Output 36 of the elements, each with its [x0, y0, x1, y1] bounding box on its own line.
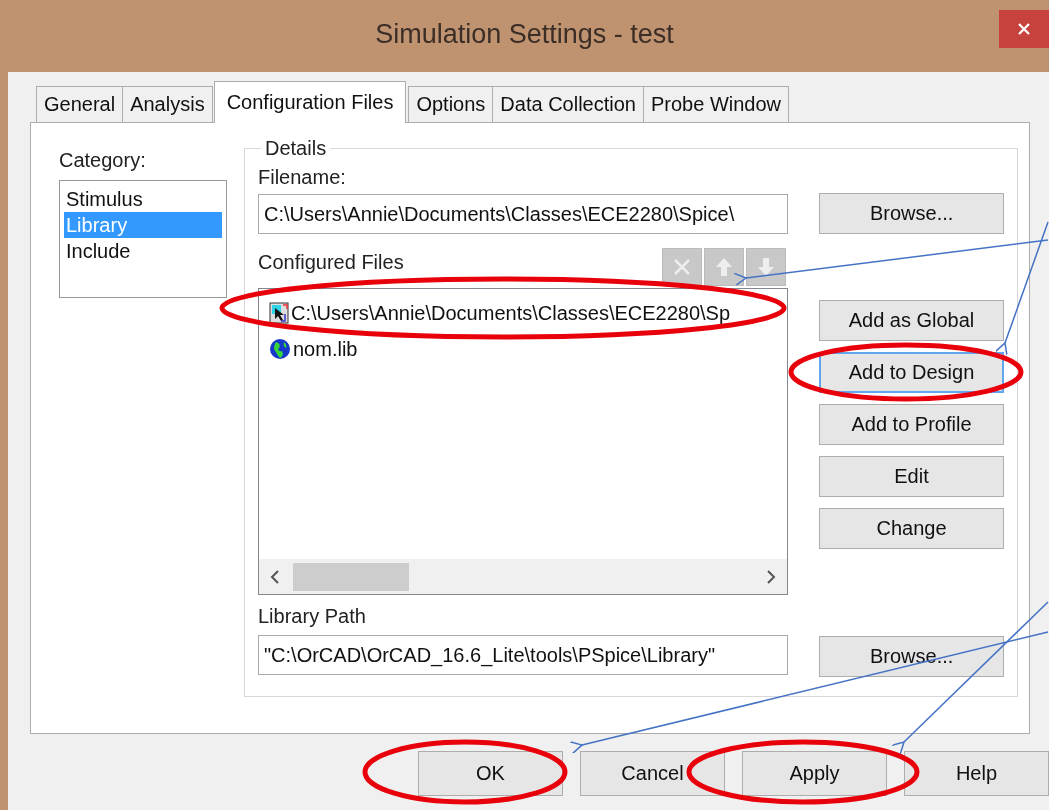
configured-files-label: Configured Files [258, 251, 404, 274]
tab[interactable]: General [36, 86, 124, 122]
file-list-item[interactable]: C:\Users\Annie\Documents\Classes\ECE2280\Sp [269, 295, 777, 331]
window-title: Simulation Settings - test [375, 18, 674, 50]
library-path-label: Library Path [258, 605, 367, 628]
browse-button[interactable]: Browse... [819, 636, 1004, 677]
dialog-button[interactable]: Cancel [580, 751, 725, 796]
dialog-button[interactable]: OK [418, 751, 563, 796]
library-file-icon [269, 302, 289, 324]
action-button[interactable]: Change [819, 508, 1004, 549]
tab[interactable]: Probe Window [642, 86, 789, 122]
library-path-field[interactable]: "C:\OrCAD\OrCAD_16.6_Lite\tools\PSpice\Library" [258, 634, 789, 675]
group-title: Details [265, 137, 327, 159]
dialog-button[interactable]: Help [904, 751, 1049, 796]
globe-icon [269, 338, 291, 360]
close-button[interactable] [999, 10, 1049, 48]
tab[interactable]: Analysis [122, 86, 213, 122]
tab[interactable]: Configuration Files [213, 81, 407, 123]
action-button[interactable]: Edit [819, 456, 1004, 497]
action-button[interactable]: Add to Design [819, 352, 1004, 393]
scroll-left-icon[interactable] [269, 569, 281, 584]
tab[interactable]: Options [408, 86, 494, 122]
browse-button[interactable]: Browse... [819, 193, 1004, 234]
category-label: Category: [59, 149, 147, 172]
action-button[interactable]: Add as Global [819, 300, 1004, 341]
list-item[interactable]: Stimulus [64, 186, 222, 212]
filename-label: Filename: [258, 166, 347, 189]
close-icon [1016, 21, 1032, 37]
horizontal-scrollbar[interactable] [259, 559, 787, 594]
list-item[interactable]: Include [64, 238, 222, 264]
filename-field[interactable]: C:\Users\Annie\Documents\Classes\ECE2280\Spice\ [258, 193, 789, 234]
file-list-item[interactable]: nom.lib [269, 331, 777, 367]
dialog-button[interactable]: Apply [742, 751, 887, 796]
scrollbar-thumb[interactable] [293, 562, 409, 591]
action-button[interactable]: Add to Profile [819, 404, 1004, 445]
scroll-right-icon[interactable] [765, 569, 777, 584]
